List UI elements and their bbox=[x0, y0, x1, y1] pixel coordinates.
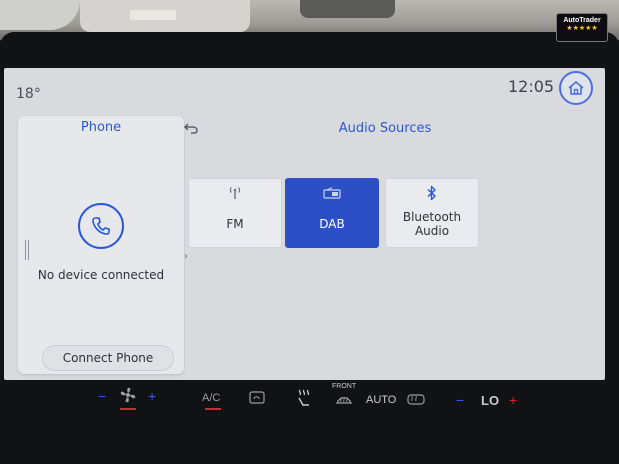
connect-phone-button[interactable]: Connect Phone bbox=[42, 345, 174, 371]
ac-indicator bbox=[205, 408, 221, 410]
phone-card[interactable]: Phone No device connected bbox=[18, 116, 184, 374]
phone-title: Phone bbox=[80, 120, 122, 135]
temperature-setting: LO bbox=[481, 393, 500, 408]
seat-heat-icon[interactable] bbox=[295, 388, 313, 411]
source-label-dab: DAB bbox=[319, 217, 345, 231]
fan-increase-button[interactable]: + bbox=[148, 388, 156, 404]
infotainment-screen: 18° 12:05 Phone No device connected Conn… bbox=[4, 68, 605, 380]
radio-antenna-icon bbox=[189, 184, 281, 202]
panel-drag-handle[interactable] bbox=[25, 240, 29, 260]
fan-decrease-button[interactable]: − bbox=[98, 388, 106, 404]
source-label-bluetooth-audio: Bluetooth Audio bbox=[386, 210, 478, 238]
climate-control-bar: − + A/C FRONT AUTO − LO + bbox=[0, 382, 619, 422]
front-defrost-icon[interactable] bbox=[335, 394, 353, 409]
audio-sources-title: Audio Sources bbox=[338, 121, 432, 136]
rear-defrost-icon[interactable] bbox=[407, 394, 425, 409]
front-defrost-label: FRONT bbox=[332, 383, 357, 390]
fan-indicator bbox=[120, 408, 136, 410]
home-icon bbox=[568, 80, 584, 95]
back-arrow-icon bbox=[183, 123, 198, 134]
phone-status: No device connected bbox=[37, 268, 165, 282]
ac-button[interactable]: A/C bbox=[202, 392, 220, 404]
background-car bbox=[300, 0, 395, 18]
badge-brand: AutoTrader bbox=[563, 17, 601, 24]
dab-radio-icon bbox=[286, 184, 378, 202]
badge-subtext bbox=[557, 33, 607, 38]
clock: 12:05 bbox=[508, 77, 555, 96]
home-button[interactable] bbox=[559, 71, 593, 105]
autotrader-badge: AutoTrader ★★★★★ bbox=[556, 13, 608, 42]
source-label-fm: FM bbox=[226, 217, 244, 231]
bluetooth-icon bbox=[386, 184, 478, 202]
temperature-decrease-button[interactable]: − bbox=[456, 392, 464, 408]
temperature-increase-button[interactable]: + bbox=[509, 392, 517, 408]
phone-icon bbox=[78, 203, 124, 249]
badge-stars: ★★★★★ bbox=[566, 25, 598, 32]
background-license-plate bbox=[130, 10, 176, 20]
source-label-line2: Audio bbox=[414, 224, 450, 238]
chevron-right-icon: › bbox=[184, 251, 188, 262]
source-label-line1: Bluetooth bbox=[402, 210, 462, 224]
outside-temperature: 18° bbox=[16, 86, 41, 102]
source-tile-dab[interactable]: DAB bbox=[285, 178, 379, 248]
recirculation-icon[interactable] bbox=[249, 391, 265, 408]
fan-icon[interactable] bbox=[118, 385, 138, 408]
source-tile-bluetooth-audio[interactable]: Bluetooth Audio bbox=[385, 178, 479, 248]
auto-climate-button[interactable]: AUTO bbox=[366, 394, 396, 406]
source-tile-fm[interactable]: FM bbox=[188, 178, 282, 248]
back-button[interactable] bbox=[182, 120, 200, 136]
